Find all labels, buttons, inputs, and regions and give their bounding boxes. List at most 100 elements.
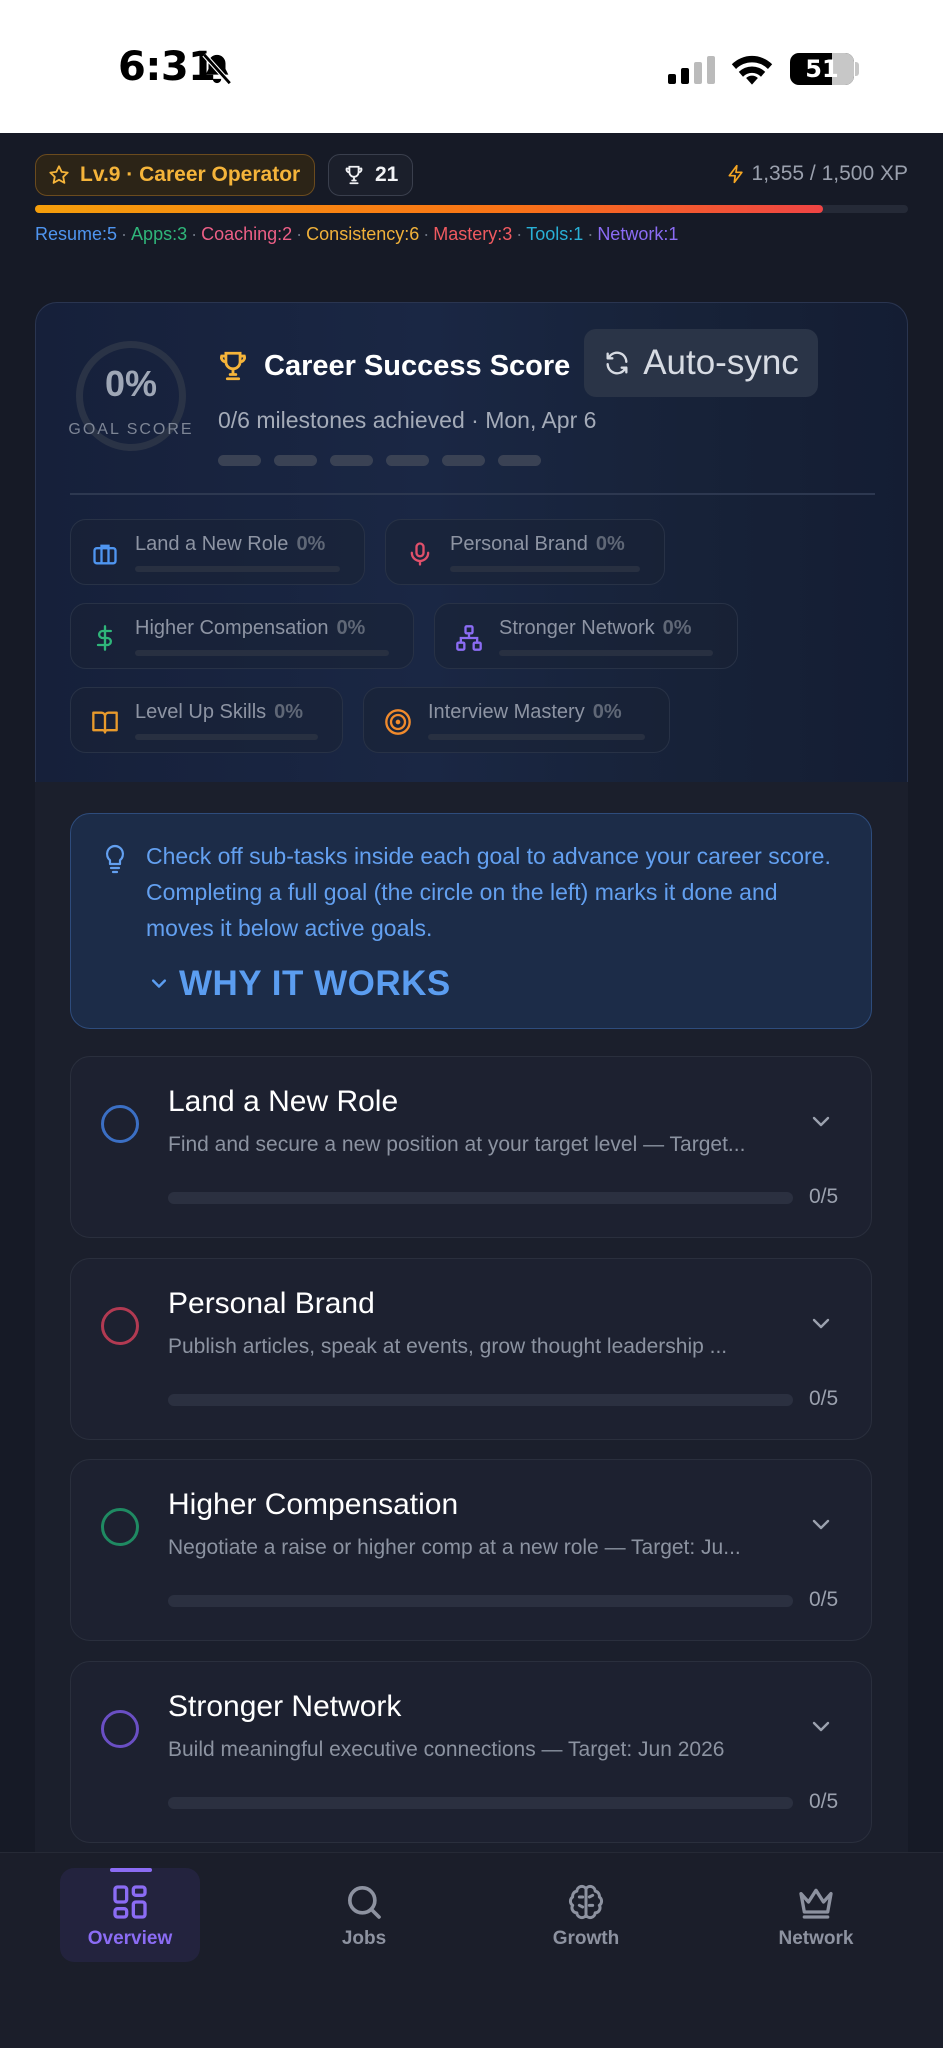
dollar-icon bbox=[96, 625, 113, 651]
chip-label: Higher Compensation 0% bbox=[135, 617, 365, 640]
brain-icon bbox=[568, 1884, 604, 1920]
chip-progress-bar bbox=[428, 734, 645, 740]
skill-stat: Tools:1 bbox=[526, 224, 584, 244]
goal-card-higher-compensation[interactable]: Higher Compensation Negotiate a raise or… bbox=[70, 1459, 872, 1641]
level-badge[interactable]: Lv.9 · Career Operator bbox=[35, 154, 316, 196]
goal-progress-bar bbox=[168, 1595, 793, 1607]
skill-stat: Network:1 bbox=[597, 224, 679, 244]
battery-level: 51 bbox=[805, 55, 839, 83]
chip-label: Personal Brand 0% bbox=[450, 533, 625, 556]
chip-land-a-new-role[interactable]: Land a New Role 0% bbox=[70, 519, 365, 585]
chip-progress-bar bbox=[135, 734, 318, 740]
chip-interview-mastery[interactable]: Interview Mastery 0% bbox=[363, 687, 670, 753]
nav-network[interactable]: Network bbox=[746, 1868, 886, 1962]
nav-active-indicator bbox=[110, 1868, 152, 1872]
goal-card-personal-brand[interactable]: Personal Brand Publish articles, speak a… bbox=[70, 1258, 872, 1440]
refresh-icon bbox=[606, 351, 628, 375]
goal-card-stronger-network[interactable]: Stronger Network Build meaningful execut… bbox=[70, 1661, 872, 1843]
milestone-pill bbox=[386, 455, 429, 466]
nav-growth[interactable]: Growth bbox=[516, 1868, 656, 1962]
level-label: Lv.9 · Career Operator bbox=[80, 163, 301, 186]
goal-count: 0/5 bbox=[809, 1588, 839, 1611]
chip-label: Stronger Network 0% bbox=[499, 617, 692, 640]
skill-stat: Resume:5 bbox=[35, 224, 118, 244]
chip-higher-compensation[interactable]: Higher Compensation 0% bbox=[70, 603, 414, 669]
milestone-pills bbox=[218, 455, 541, 466]
chip-level-up-skills[interactable]: Level Up Skills 0% bbox=[70, 687, 343, 753]
goal-title: Land a New Role bbox=[168, 1085, 399, 1118]
signal-icon bbox=[668, 56, 715, 84]
goal-description: Publish articles, speak at events, grow … bbox=[168, 1335, 728, 1358]
goal-complete-circle[interactable] bbox=[101, 1105, 139, 1143]
skill-separator: · bbox=[191, 224, 198, 244]
goal-title: Stronger Network bbox=[168, 1690, 402, 1723]
milestone-pill bbox=[330, 455, 373, 466]
chip-progress-bar bbox=[135, 566, 340, 572]
network-icon bbox=[456, 625, 482, 651]
chevron-down-icon[interactable] bbox=[809, 1311, 833, 1335]
nav-overview[interactable]: Overview bbox=[60, 1868, 200, 1962]
tip-box: Check off sub-tasks inside each goal to … bbox=[70, 813, 872, 1029]
why-it-works-toggle[interactable]: WHY IT WORKS bbox=[149, 964, 451, 1004]
trophy-icon bbox=[220, 351, 246, 381]
goal-progress-bar bbox=[168, 1797, 793, 1809]
star-icon bbox=[49, 165, 69, 184]
trophy-badge[interactable]: 21 bbox=[328, 154, 414, 196]
why-it-works-label: WHY IT WORKS bbox=[179, 964, 451, 1003]
xp-progress-bar bbox=[35, 205, 908, 213]
chip-title: Higher Compensation bbox=[135, 617, 329, 639]
goal-card-land-a-new-role[interactable]: Land a New Role Find and secure a new po… bbox=[70, 1056, 872, 1238]
chip-personal-brand[interactable]: Personal Brand 0% bbox=[385, 519, 665, 585]
search-icon bbox=[348, 1886, 381, 1919]
skill-separator: · bbox=[587, 224, 594, 244]
chip-progress-bar bbox=[450, 566, 640, 572]
chevron-down-icon[interactable] bbox=[809, 1109, 833, 1133]
target-icon bbox=[385, 709, 411, 735]
skill-separator: · bbox=[121, 224, 128, 244]
trophy-icon bbox=[345, 165, 363, 185]
chip-percent: 0% bbox=[595, 533, 625, 555]
skill-breakdown: Resume:5 · Apps:3 · Coaching:2 · Consistency:6… bbox=[35, 224, 678, 245]
milestone-pill bbox=[498, 455, 541, 466]
goal-complete-circle[interactable] bbox=[101, 1710, 139, 1748]
goal-complete-circle[interactable] bbox=[101, 1307, 139, 1345]
milestone-pill bbox=[442, 455, 485, 466]
goal-score-value: 0% bbox=[104, 363, 158, 404]
nav-label: Jobs bbox=[341, 1928, 387, 1949]
chevron-down-icon[interactable] bbox=[809, 1714, 833, 1738]
lightning-icon bbox=[728, 164, 743, 184]
auto-sync-button[interactable]: Auto-sync bbox=[584, 329, 818, 397]
microphone-icon bbox=[410, 542, 430, 566]
chip-percent: 0% bbox=[274, 701, 304, 723]
goal-description: Negotiate a raise or higher comp at a ne… bbox=[168, 1536, 741, 1559]
chip-stronger-network[interactable]: Stronger Network 0% bbox=[434, 603, 738, 669]
book-icon bbox=[92, 711, 118, 734]
status-bar: 6:31 51 bbox=[0, 0, 943, 133]
nav-label: Growth bbox=[552, 1928, 620, 1949]
crown-icon bbox=[799, 1888, 833, 1919]
xp-progress-fill bbox=[35, 205, 824, 213]
skill-stat: Mastery:3 bbox=[433, 224, 513, 244]
wifi-icon bbox=[731, 55, 773, 85]
trophy-count: 21 bbox=[375, 163, 399, 186]
skill-separator: · bbox=[516, 224, 523, 244]
chip-percent: 0% bbox=[592, 701, 622, 723]
nav-jobs[interactable]: Jobs bbox=[294, 1868, 434, 1962]
goal-description: Find and secure a new position at your t… bbox=[168, 1133, 746, 1156]
goal-count: 0/5 bbox=[809, 1185, 839, 1208]
goal-complete-circle[interactable] bbox=[101, 1508, 139, 1546]
chevron-down-icon[interactable] bbox=[809, 1512, 833, 1536]
lightbulb-icon bbox=[105, 844, 125, 874]
chip-label: Land a New Role 0% bbox=[135, 533, 325, 556]
goal-description: Build meaningful executive connections —… bbox=[168, 1738, 725, 1761]
goal-progress-bar bbox=[168, 1192, 793, 1204]
chip-percent: 0% bbox=[296, 533, 326, 555]
nav-label: Overview bbox=[87, 1928, 173, 1949]
battery-indicator: 51 bbox=[790, 53, 854, 85]
card-divider bbox=[70, 493, 875, 495]
skill-separator: · bbox=[296, 224, 303, 244]
skill-stat: Coaching:2 bbox=[201, 224, 293, 244]
chip-title: Level Up Skills bbox=[135, 701, 267, 723]
chevron-down-icon bbox=[151, 979, 167, 988]
goal-count: 0/5 bbox=[809, 1387, 839, 1410]
